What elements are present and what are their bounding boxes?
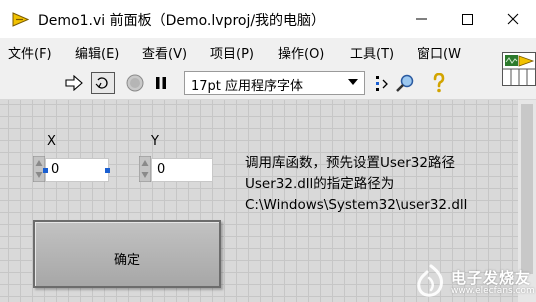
- selection-handle[interactable]: [105, 168, 110, 173]
- watermark-url: www.elecfans.com: [451, 286, 535, 296]
- font-select-value: 17pt 应用程序字体: [191, 79, 304, 94]
- search-button[interactable]: [394, 72, 416, 94]
- watermark: 电子发烧友 www.elecfans.com: [407, 262, 535, 300]
- menu-bar: 文件(F) 编辑(E) 查看(V) 项目(P) 操作(O) 工具(T) 窗口(W: [0, 38, 536, 64]
- close-button[interactable]: [490, 0, 536, 38]
- menu-window[interactable]: 窗口(W: [417, 43, 461, 62]
- abort-button[interactable]: [124, 72, 146, 94]
- y-value: 0: [157, 162, 166, 177]
- search-icon: [396, 74, 414, 92]
- vi-icon-connector[interactable]: [502, 52, 536, 86]
- ok-button-label: 确定: [113, 253, 140, 268]
- description-line: User32.dll的指定路径为: [245, 176, 395, 192]
- window-title: Demo1.vi 前面板（Demo.lvproj/我的电脑）: [38, 13, 326, 29]
- maximize-button[interactable]: [444, 0, 490, 38]
- align-objects-button[interactable]: [372, 72, 394, 94]
- pause-icon: [156, 77, 166, 89]
- x-label: X: [47, 134, 56, 149]
- menu-file[interactable]: 文件(F): [8, 43, 52, 62]
- labview-vi-icon: [12, 12, 29, 27]
- context-help-button[interactable]: [428, 72, 450, 94]
- menu-view[interactable]: 查看(V): [142, 43, 187, 62]
- title-bar: Demo1.vi 前面板（Demo.lvproj/我的电脑）: [0, 0, 536, 38]
- minimize-button[interactable]: [398, 0, 444, 38]
- menu-tools[interactable]: 工具(T): [350, 43, 394, 62]
- y-value-field[interactable]: 0: [151, 158, 213, 182]
- elecfans-logo-icon: [417, 264, 443, 297]
- help-icon: [433, 73, 445, 93]
- abort-icon: [126, 74, 144, 92]
- run-continuously-button[interactable]: [91, 72, 115, 94]
- watermark-title: 电子发烧友: [451, 269, 532, 287]
- y-label: Y: [151, 134, 159, 149]
- pause-button[interactable]: [151, 73, 171, 93]
- x-value-field[interactable]: 0: [45, 158, 109, 182]
- increment-decrement-icon[interactable]: [139, 156, 151, 182]
- menu-project[interactable]: 项目(P): [210, 43, 254, 62]
- description-line: C:\Windows\System32\user32.dll: [245, 197, 468, 213]
- menu-edit[interactable]: 编辑(E): [75, 43, 119, 62]
- font-select[interactable]: 17pt 应用程序字体: [184, 71, 365, 95]
- run-button[interactable]: [64, 73, 84, 93]
- description-text: 调用库函数，预先设置User32路径 User32.dll的指定路径为 C:\W…: [245, 153, 467, 216]
- y-numeric-control[interactable]: 0: [139, 156, 215, 182]
- run-arrow-icon: [65, 75, 83, 91]
- align-icon: [376, 76, 388, 91]
- description-line: 调用库函数，预先设置User32路径: [245, 155, 455, 171]
- x-value: 0: [51, 162, 60, 177]
- run-continuously-icon: [95, 77, 108, 89]
- ok-button[interactable]: 确定: [33, 220, 221, 288]
- close-icon: [507, 13, 519, 25]
- scrollbar-thumb[interactable]: [521, 104, 533, 274]
- chevron-down-icon: [348, 79, 358, 85]
- minimize-icon: [415, 18, 427, 20]
- selection-handle[interactable]: [43, 168, 48, 173]
- menu-operate[interactable]: 操作(O): [278, 43, 324, 62]
- vi-connector-icon: [503, 53, 535, 85]
- maximize-icon: [461, 13, 473, 25]
